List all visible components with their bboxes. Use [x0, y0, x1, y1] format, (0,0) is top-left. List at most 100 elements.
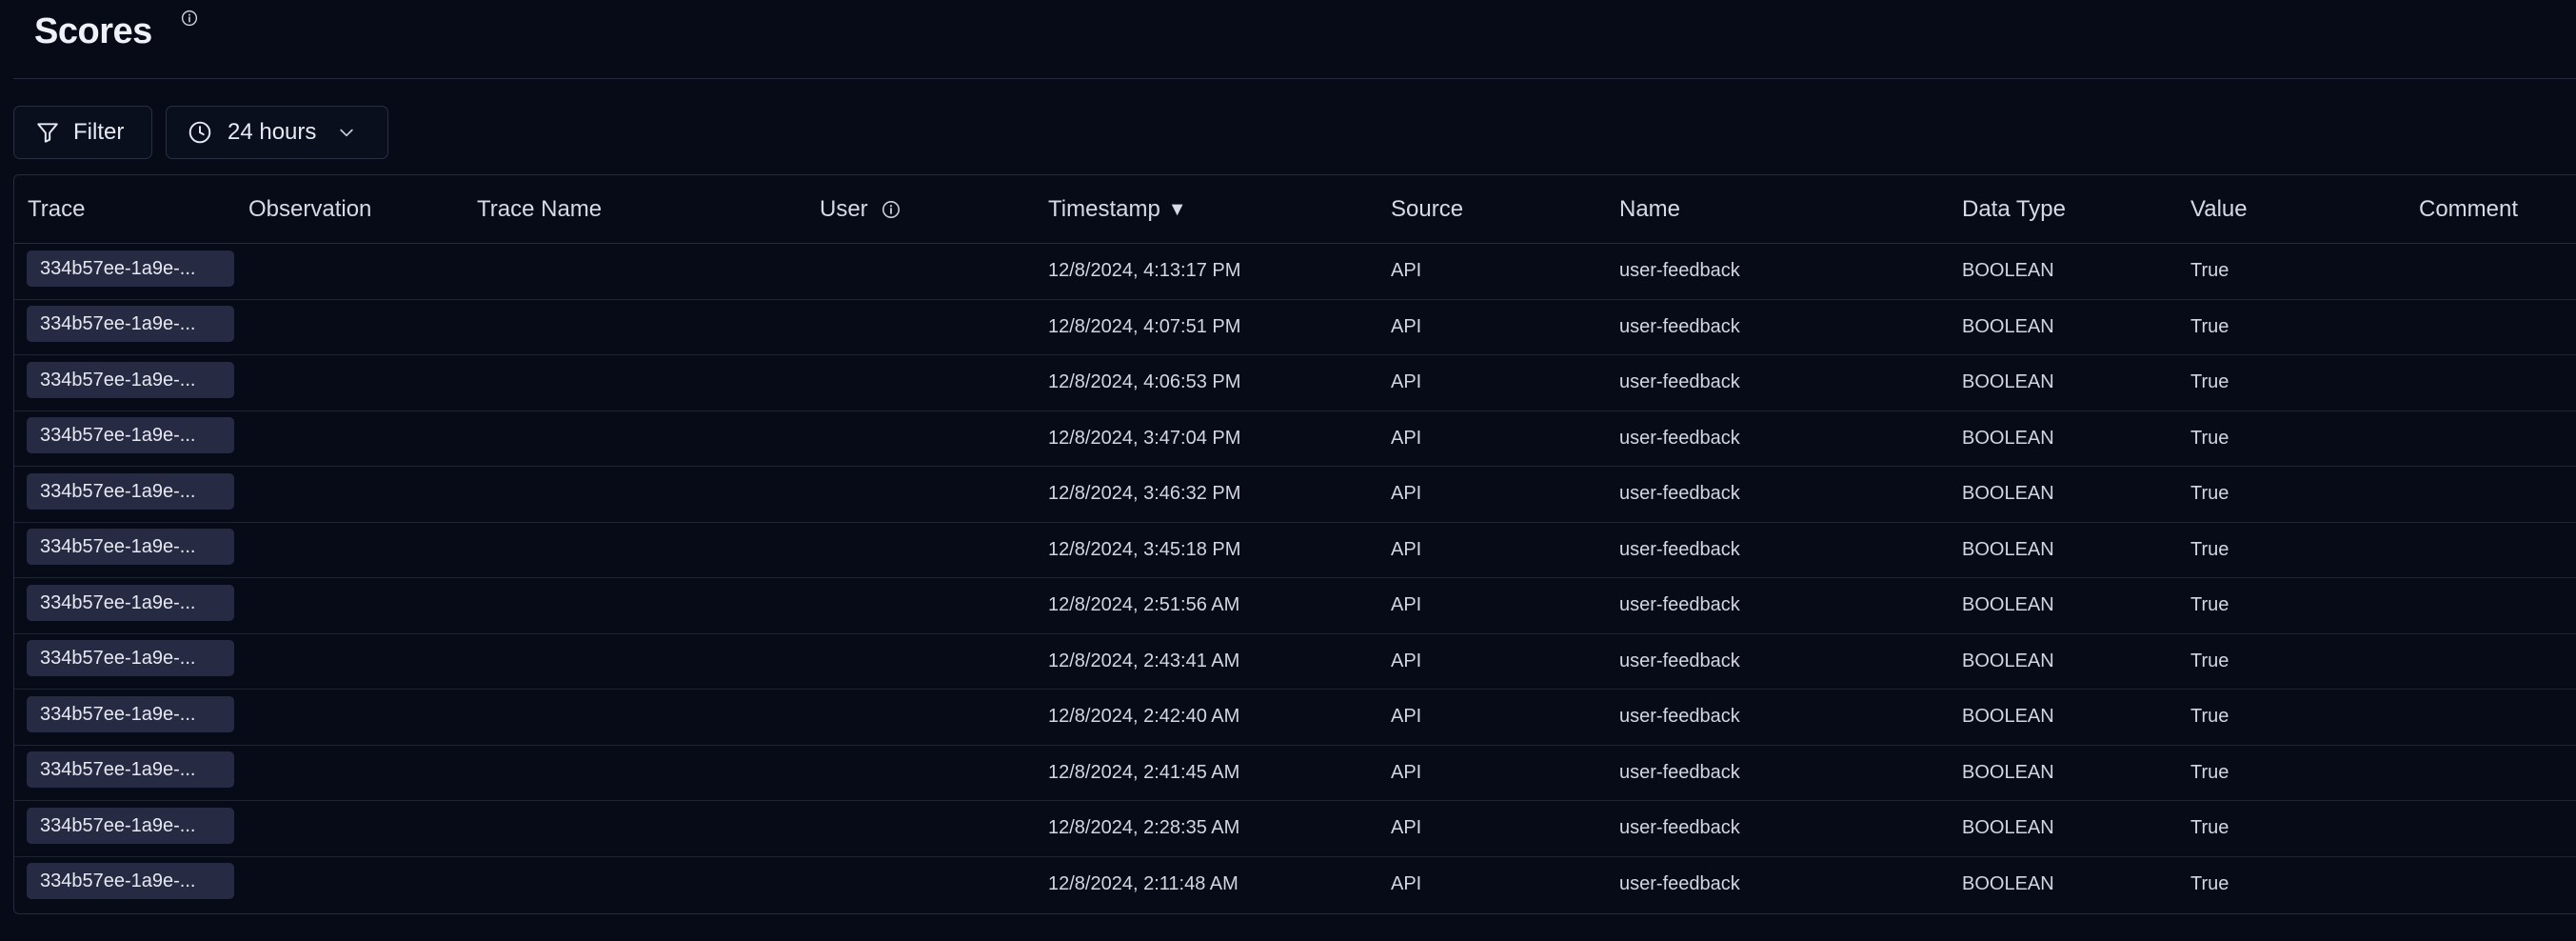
cell-comment: [2406, 522, 2576, 578]
cell-trace-name: [464, 800, 806, 857]
column-header-observation[interactable]: Observation: [235, 175, 464, 244]
cell-observation: [235, 689, 464, 746]
table-row[interactable]: 334b57ee-1a9e-... 12/8/2024, 2:41:45 AM AP…: [14, 745, 2576, 801]
page-title: Scores: [34, 11, 152, 51]
trace-id-link[interactable]: 334b57ee-1a9e-...: [27, 807, 234, 844]
table-row[interactable]: 334b57ee-1a9e-... 12/8/2024, 2:43:41 AM AP…: [14, 633, 2576, 690]
cell-trace-name: [464, 410, 806, 467]
trace-id-link[interactable]: 334b57ee-1a9e-...: [27, 361, 234, 398]
cell-value: True: [2177, 299, 2406, 355]
cell-data-type: BOOLEAN: [1949, 633, 2177, 690]
filter-button[interactable]: Filter: [13, 106, 152, 159]
column-header-data-type[interactable]: Data Type: [1949, 175, 2177, 244]
info-icon[interactable]: [882, 200, 901, 219]
cell-source: API: [1377, 522, 1606, 578]
cell-value: True: [2177, 410, 2406, 467]
cell-timestamp: 12/8/2024, 4:13:17 PM: [1035, 243, 1377, 300]
cell-trace-name: [464, 466, 806, 523]
trace-id-link[interactable]: 334b57ee-1a9e-...: [27, 529, 234, 566]
info-icon[interactable]: [181, 10, 198, 27]
cell-value: True: [2177, 577, 2406, 634]
cell-source: API: [1391, 872, 1422, 894]
cell-data-type: BOOLEAN: [1949, 689, 2177, 746]
cell-source: API: [1377, 354, 1606, 411]
cell-timestamp: 12/8/2024, 2:43:41 AM: [1035, 633, 1377, 690]
table-row[interactable]: 334b57ee-1a9e-... 12/8/2024, 4:07:51 PM AP…: [14, 299, 2576, 355]
column-header-comment[interactable]: Comment: [2406, 175, 2576, 244]
trace-id-link[interactable]: 334b57ee-1a9e-...: [27, 472, 234, 510]
trace-id-link[interactable]: 334b57ee-1a9e-...: [27, 584, 234, 621]
table-row[interactable]: 334b57ee-1a9e-... 12/8/2024, 3:47:04 PM AP…: [14, 410, 2576, 467]
table-row[interactable]: 334b57ee-1a9e-... 12/8/2024, 2:11:48 AM AP…: [14, 856, 2576, 911]
cell-comment: [2406, 856, 2576, 911]
clock-icon: [188, 121, 211, 144]
table-row[interactable]: 334b57ee-1a9e-... 12/8/2024, 3:45:18 PM AP…: [14, 522, 2576, 578]
cell-comment: [2406, 800, 2576, 857]
cell-name: user-feedback: [1606, 410, 1949, 467]
trace-id-link[interactable]: 334b57ee-1a9e-...: [27, 695, 234, 732]
cell-name: user-feedback: [1606, 243, 1949, 300]
cell-value: True: [2177, 466, 2406, 523]
table-row[interactable]: 334b57ee-1a9e-... 12/8/2024, 2:51:56 AM AP…: [14, 577, 2576, 634]
cell-comment: [2406, 299, 2576, 355]
column-header-trace[interactable]: Trace: [14, 175, 235, 244]
cell-trace: 334b57ee-1a9e-...: [14, 800, 235, 857]
table-row[interactable]: 334b57ee-1a9e-... 12/8/2024, 2:42:40 AM AP…: [14, 689, 2576, 746]
column-header-user-label: User: [820, 195, 868, 222]
cell-observation: [235, 633, 464, 690]
cell-observation: [235, 410, 464, 467]
cell-user: [806, 354, 1035, 411]
cell-observation: [235, 299, 464, 355]
cell-value: True: [2177, 522, 2406, 578]
column-header-trace-name[interactable]: Trace Name: [464, 175, 806, 244]
cell-timestamp: 12/8/2024, 4:07:51 PM: [1035, 299, 1377, 355]
cell-timestamp: 12/8/2024, 2:41:45 AM: [1035, 745, 1377, 801]
column-header-source[interactable]: Source: [1377, 175, 1606, 244]
column-header-value[interactable]: Value: [2177, 175, 2406, 244]
cell-trace-name: [464, 689, 806, 746]
cell-source: API: [1377, 243, 1606, 300]
cell-trace: 334b57ee-1a9e-...: [14, 522, 235, 578]
cell-comment: [2406, 410, 2576, 467]
cell-user: [806, 577, 1035, 634]
table-row[interactable]: 334b57ee-1a9e-... 12/8/2024, 3:46:32 PM AP…: [14, 466, 2576, 523]
cell-source: API: [1377, 633, 1606, 690]
cell-data-type: BOOLEAN: [1949, 243, 2177, 300]
cell-source: API: [1377, 466, 1606, 523]
table-row[interactable]: 334b57ee-1a9e-... 12/8/2024, 4:13:17 PM AP…: [14, 243, 2576, 300]
scores-page: Scores Filter 24 hours Trace Observation…: [0, 0, 2576, 941]
table-header-row: Trace Observation Trace Name User Timest…: [14, 175, 2576, 244]
cell-user: [806, 299, 1035, 355]
column-header-name[interactable]: Name: [1606, 175, 1949, 244]
trace-id-link[interactable]: 334b57ee-1a9e-...: [27, 863, 234, 900]
cell-user: [806, 243, 1035, 300]
cell-trace: 334b57ee-1a9e-...: [14, 577, 235, 634]
trace-id-link[interactable]: 334b57ee-1a9e-...: [27, 751, 234, 789]
cell-observation: [235, 856, 464, 911]
cell-data-type: BOOLEAN: [1949, 522, 2177, 578]
cell-data-type: BOOLEAN: [1949, 410, 2177, 467]
column-header-user[interactable]: User: [806, 175, 1035, 244]
cell-trace: 334b57ee-1a9e-...: [14, 689, 235, 746]
trace-id-link[interactable]: 334b57ee-1a9e-...: [27, 306, 234, 343]
cell-data-type: BOOLEAN: [1949, 354, 2177, 411]
cell-data-type: BOOLEAN: [1949, 745, 2177, 801]
cell-trace: 334b57ee-1a9e-...: [14, 856, 235, 911]
cell-trace-name: [464, 243, 806, 300]
trace-id-link[interactable]: 334b57ee-1a9e-...: [27, 250, 234, 287]
trace-id-link[interactable]: 334b57ee-1a9e-...: [27, 417, 234, 454]
table-row[interactable]: 334b57ee-1a9e-... 12/8/2024, 2:28:35 AM AP…: [14, 800, 2576, 857]
cell-timestamp: 12/8/2024, 3:47:04 PM: [1035, 410, 1377, 467]
trace-id-link[interactable]: 334b57ee-1a9e-...: [27, 640, 234, 677]
cell-observation: [235, 577, 464, 634]
cell-value: True: [2177, 800, 2406, 857]
cell-name: user-feedback: [1606, 577, 1949, 634]
cell-user: [806, 466, 1035, 523]
chevron-down-icon: [340, 129, 354, 137]
column-header-timestamp[interactable]: Timestamp ▼: [1035, 175, 1377, 244]
column-header-timestamp-label: Timestamp: [1048, 195, 1160, 222]
cell-source: API: [1377, 410, 1606, 467]
cell-observation: [235, 243, 464, 300]
table-row[interactable]: 334b57ee-1a9e-... 12/8/2024, 4:06:53 PM AP…: [14, 354, 2576, 411]
time-range-select[interactable]: 24 hours: [166, 106, 388, 159]
